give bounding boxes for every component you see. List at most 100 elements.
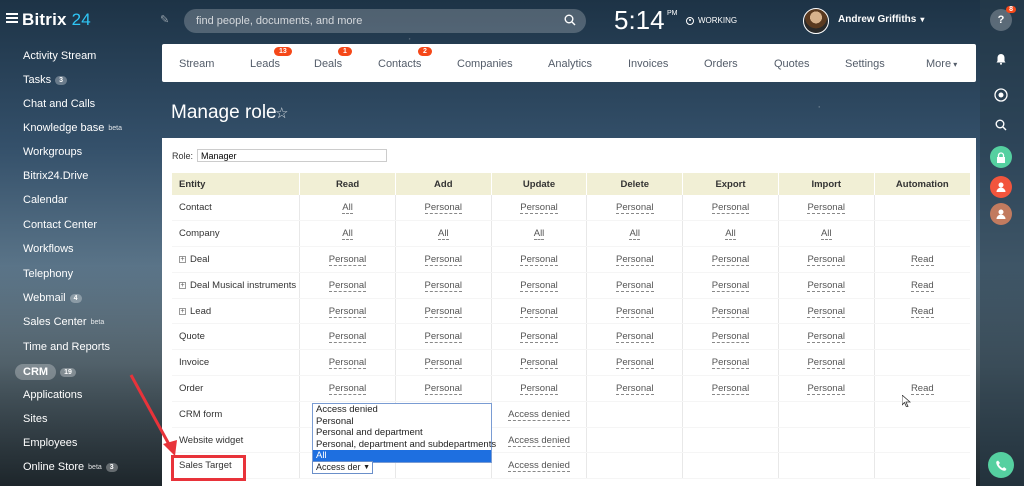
permission-value[interactable]: Personal: [328, 331, 367, 344]
permission-value[interactable]: Personal: [807, 305, 845, 318]
permission-value[interactable]: Personal: [328, 253, 367, 266]
search-icon[interactable]: [564, 14, 576, 26]
permission-value[interactable]: All: [820, 228, 832, 241]
search-icon[interactable]: [990, 114, 1012, 136]
crm-tab[interactable]: Leads 13: [250, 47, 292, 70]
permission-select[interactable]: Access der ▼: [312, 461, 373, 474]
contact-avatar-icon[interactable]: [990, 203, 1012, 225]
sidebar-item[interactable]: Time and Reports: [23, 341, 110, 353]
sidebar-item[interactable]: Sales Center beta: [23, 316, 104, 328]
sidebar-item[interactable]: CRM 19: [15, 364, 76, 380]
user-avatar[interactable]: [803, 8, 829, 34]
phone-icon[interactable]: [988, 452, 1014, 478]
dropdown-option[interactable]: All: [313, 450, 491, 462]
permission-value[interactable]: Personal: [711, 382, 750, 395]
expand-icon[interactable]: +: [179, 255, 186, 263]
permission-value[interactable]: Personal: [711, 305, 750, 318]
user-menu[interactable]: Andrew Griffiths ▾: [838, 14, 924, 25]
permission-value[interactable]: Personal: [424, 253, 463, 266]
permission-value[interactable]: Personal: [616, 382, 654, 395]
permission-value[interactable]: Personal: [711, 253, 750, 266]
permission-value[interactable]: Read: [910, 279, 934, 292]
logo[interactable]: Bitrix 24: [22, 10, 91, 30]
permission-value[interactable]: Personal: [711, 202, 750, 215]
crm-tab[interactable]: Contacts 2: [378, 47, 432, 70]
crm-tab[interactable]: Stream: [179, 58, 214, 70]
crm-tab[interactable]: More ▾: [926, 58, 957, 70]
expand-icon[interactable]: +: [179, 307, 186, 315]
star-icon[interactable]: ☆: [275, 104, 288, 122]
permission-value[interactable]: Personal: [520, 331, 558, 344]
permission-value[interactable]: Personal: [520, 305, 558, 318]
search-bar[interactable]: [184, 9, 586, 33]
permission-value[interactable]: All: [438, 228, 449, 241]
permission-value[interactable]: Personal: [520, 253, 558, 266]
pencil-icon[interactable]: ✎: [160, 13, 169, 26]
sidebar-item[interactable]: Contact Center: [23, 219, 97, 231]
work-status[interactable]: WORKING: [686, 16, 737, 25]
crm-tab[interactable]: Invoices: [628, 58, 668, 70]
permission-value[interactable]: All: [342, 202, 353, 215]
dropdown-option[interactable]: Personal, department and subdepartments: [313, 439, 496, 451]
permission-value[interactable]: Personal: [520, 382, 558, 395]
search-input[interactable]: [196, 15, 556, 27]
crm-tab[interactable]: Quotes: [774, 58, 809, 70]
permission-value[interactable]: Read: [910, 253, 934, 266]
permission-value[interactable]: Access denied: [508, 434, 570, 447]
crm-tab[interactable]: Orders: [704, 58, 738, 70]
permission-value[interactable]: Personal: [424, 382, 463, 395]
permission-value[interactable]: Personal: [616, 202, 654, 215]
crm-tab[interactable]: Deals 1: [314, 47, 352, 70]
permission-value[interactable]: Read: [910, 305, 934, 318]
sidebar-item[interactable]: Workgroups: [23, 146, 82, 158]
menu-icon[interactable]: [6, 13, 18, 23]
dropdown-option[interactable]: Access denied: [313, 404, 491, 416]
permission-value[interactable]: Personal: [328, 279, 367, 292]
sidebar-item[interactable]: Calendar: [23, 194, 68, 206]
permission-value[interactable]: Personal: [807, 331, 845, 344]
permission-value[interactable]: Personal: [711, 331, 750, 344]
permission-value[interactable]: Personal: [328, 357, 367, 370]
permission-value[interactable]: Personal: [328, 305, 367, 318]
sidebar-item[interactable]: Online Store beta 3: [23, 461, 118, 473]
permission-value[interactable]: Personal: [424, 357, 463, 370]
permission-value[interactable]: Personal: [807, 202, 845, 215]
crm-tab[interactable]: Companies: [457, 58, 513, 70]
dropdown-option[interactable]: Personal: [313, 416, 491, 428]
permission-value[interactable]: All: [533, 228, 545, 241]
permission-value[interactable]: Personal: [616, 331, 654, 344]
contact-avatar-icon[interactable]: [990, 176, 1012, 198]
clock[interactable]: 5:14: [614, 5, 665, 36]
permission-value[interactable]: All: [629, 228, 641, 241]
sidebar-item[interactable]: Telephony: [23, 268, 73, 280]
sidebar-item[interactable]: Applications: [23, 389, 82, 401]
lock-icon[interactable]: [990, 146, 1012, 168]
permission-value[interactable]: Personal: [520, 357, 558, 370]
permission-value[interactable]: Read: [910, 382, 934, 395]
permission-value[interactable]: Personal: [616, 253, 654, 266]
permission-value[interactable]: Personal: [807, 382, 845, 395]
permission-value[interactable]: Personal: [424, 202, 463, 215]
expand-icon[interactable]: +: [179, 281, 186, 289]
crm-tab[interactable]: Analytics: [548, 58, 592, 70]
permission-value[interactable]: Personal: [328, 382, 367, 395]
permission-value[interactable]: Personal: [616, 279, 654, 292]
sidebar-item[interactable]: Knowledge base beta: [23, 122, 122, 134]
sidebar-item[interactable]: Activity Stream: [23, 50, 96, 62]
permission-value[interactable]: All: [725, 228, 736, 241]
permission-value[interactable]: Personal: [520, 202, 558, 215]
role-name-input[interactable]: [197, 149, 388, 162]
sidebar-item[interactable]: Sites: [23, 413, 47, 425]
permission-value[interactable]: All: [342, 228, 353, 241]
help-button[interactable]: ? 8: [990, 6, 1016, 31]
crm-tab[interactable]: Settings: [845, 58, 885, 70]
permission-value[interactable]: Access denied: [508, 460, 570, 473]
permission-value[interactable]: Personal: [807, 253, 845, 266]
sidebar-item[interactable]: Webmail 4: [23, 292, 82, 304]
permission-value[interactable]: Personal: [424, 305, 463, 318]
sidebar-item[interactable]: Workflows: [23, 243, 74, 255]
dropdown-option[interactable]: Personal and department: [313, 427, 491, 439]
permission-value[interactable]: Personal: [807, 279, 845, 292]
sidebar-item[interactable]: Bitrix24.Drive: [23, 170, 88, 182]
sidebar-item[interactable]: Tasks 3: [23, 74, 68, 86]
